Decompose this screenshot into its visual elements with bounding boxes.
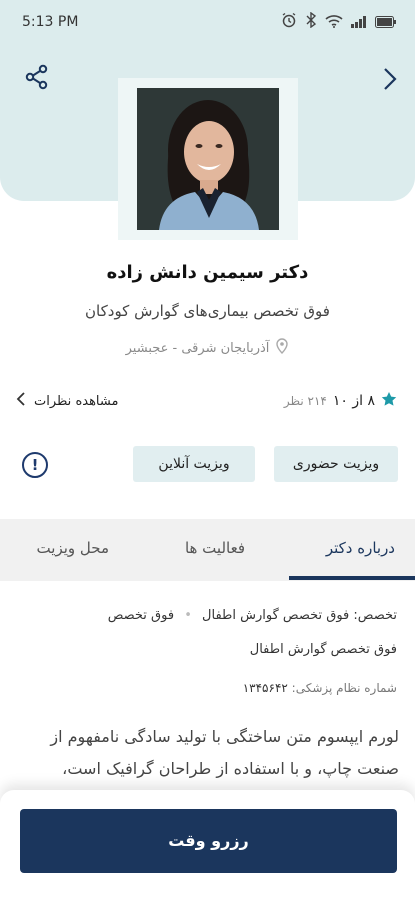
doctor-specialty: فوق تخصص بیماری‌های گوارش کودکان [85,302,330,320]
tab-visit-location[interactable]: محل ویزیت [37,539,109,557]
wifi-icon [325,13,343,32]
battery-icon [375,13,397,32]
view-reviews-link[interactable]: مشاهده نظرات [16,391,118,411]
bluetooth-icon [305,11,317,32]
view-reviews-label: مشاهده نظرات [34,393,119,409]
chevron-right-icon[interactable] [382,66,398,96]
status-bar: 5:13 PM [0,0,415,44]
specialty-item: فوق تخصص گوارش اطفال [202,608,350,623]
rating-count: ۲۱۴ نظر [283,394,327,408]
tab-activities[interactable]: فعالیت ها [185,539,245,557]
specialty-label: تخصص: [353,608,397,623]
in-person-visit-button[interactable]: ویزیت حضوری [274,446,398,482]
rating-row: ۸ از ۱۰ ۲۱۴ نظر مشاهده نظرات [16,389,397,413]
about-content: تخصص: فوق تخصص گوارش اطفال • فوق تخصص فو… [0,581,415,801]
registration-label: شماره نظام پزشکی: [291,681,397,695]
doctor-photo [137,88,279,230]
star-icon [381,391,397,411]
tab-bar: درباره دکتر فعالیت ها محل ویزیت [0,519,415,581]
online-visit-button[interactable]: ویزیت آنلاین [133,446,255,482]
status-time: 5:13 PM [22,14,79,30]
doctor-name: دکتر سیمین دانش زاده [106,262,309,283]
alarm-icon [281,12,297,32]
share-icon[interactable] [24,64,50,94]
doctor-description: لورم ایپسوم متن ساختگی با تولید سادگی نا… [50,727,399,778]
specialty-item: فوق تخصص گوارش اطفال [249,642,397,657]
registration-number: ۱۳۴۵۶۴۲ [242,681,288,695]
specialty-item: فوق تخصص [107,608,175,623]
location-pin-icon [275,338,289,358]
chevron-left-icon [16,391,26,411]
active-tab-indicator [289,576,415,580]
signal-icon [351,13,367,32]
reserve-appointment-button[interactable]: رزرو وقت [20,809,397,873]
tab-about-doctor[interactable]: درباره دکتر [326,539,395,557]
rating-summary: ۸ از ۱۰ ۲۱۴ نظر [284,391,397,411]
info-icon[interactable]: ! [22,452,48,478]
separator-dot: • [184,608,192,623]
rating-score: ۸ از ۱۰ [332,393,375,409]
location-text: آذربایجان شرقی - عجبشیر [125,340,270,356]
specialty-list: تخصص: فوق تخصص گوارش اطفال • فوق تخصص فو… [12,599,397,667]
doctor-location: آذربایجان شرقی - عجبشیر [0,338,415,358]
status-icons [281,11,397,32]
medical-registration: شماره نظام پزشکی: ۱۳۴۵۶۴۲ [243,681,397,695]
